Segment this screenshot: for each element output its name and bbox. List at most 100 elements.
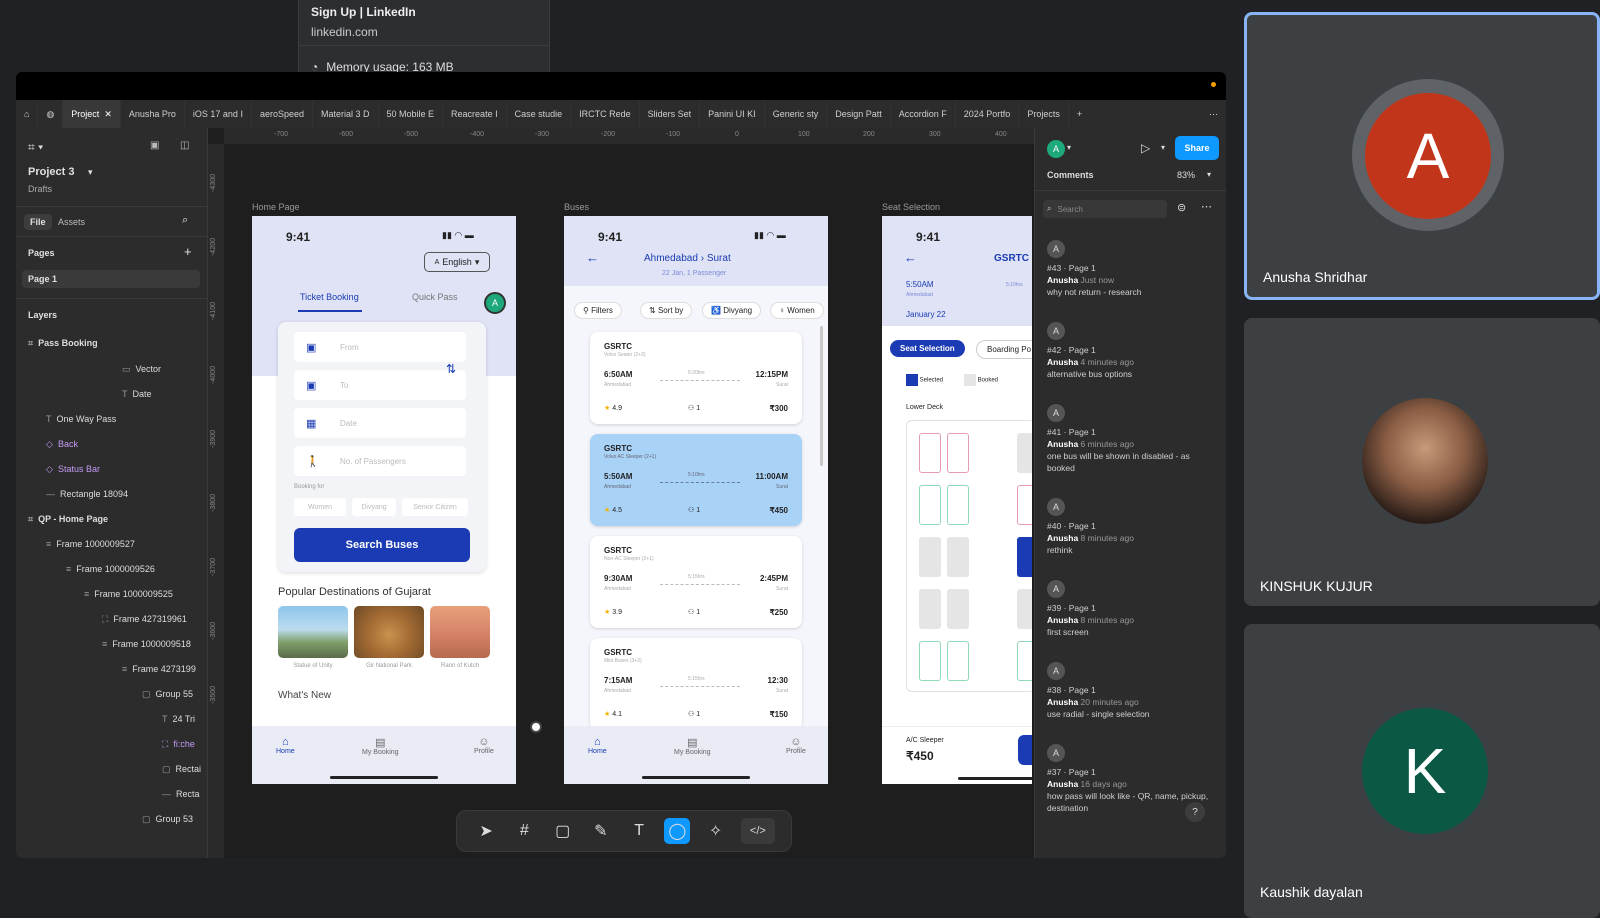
panel-toggle-icon[interactable]: ◫ <box>180 140 189 151</box>
frame-label[interactable]: Buses <box>564 202 589 212</box>
add-page-icon[interactable]: + <box>184 244 192 259</box>
present-icon[interactable]: ▷ <box>1141 141 1150 155</box>
seat[interactable] <box>919 433 941 473</box>
language-select[interactable]: A English ▾ <box>424 252 490 272</box>
tab[interactable]: 2024 Portfo <box>956 100 1020 128</box>
tab[interactable]: Projects <box>1019 100 1069 128</box>
chevron-down-icon[interactable]: ▾ <box>1207 170 1211 179</box>
share-button[interactable]: Share <box>1175 136 1219 160</box>
comment-item[interactable]: A #41 · Page 1 Anusha 6 minutes ago one bus… <box>1047 404 1219 474</box>
tab[interactable]: Generic sty <box>765 100 828 128</box>
project-name[interactable]: Project 3 <box>28 166 74 178</box>
tab[interactable]: Panini UI KI <box>700 100 765 128</box>
seat[interactable] <box>1017 485 1032 525</box>
divyang-option[interactable]: Divyang <box>352 498 396 516</box>
close-icon[interactable]: ✕ <box>104 109 112 120</box>
layer-frame[interactable]: ⛶ Frame 427319961 <box>102 614 187 625</box>
globe-icon[interactable]: ◍ <box>38 100 64 128</box>
seat-selected[interactable] <box>1017 537 1032 577</box>
design-canvas[interactable]: Home Page Buses Seat Selection 9:41 ▮▮ ◠… <box>224 144 1034 858</box>
date-field[interactable]: ▦ Date <box>294 408 466 438</box>
nav-home[interactable]: ⌂ Home <box>588 736 607 755</box>
layer-group[interactable]: ▢ Group 55 <box>142 689 193 700</box>
comment-tool-icon[interactable]: ◯ <box>664 818 691 844</box>
layer-frame[interactable]: ≡ Frame 1000009526 <box>66 564 155 574</box>
bus-card[interactable]: GSRTC Mini Buses (3+2) 7:15AM 12:30 5:15… <box>590 638 802 730</box>
women-option[interactable]: Women <box>294 498 346 516</box>
participant-tile[interactable]: A Anusha Shridhar <box>1244 12 1600 300</box>
layer-vector[interactable]: ▭ Vector <box>122 364 161 375</box>
tab[interactable]: aeroSpeed <box>252 100 313 128</box>
seat[interactable] <box>919 485 941 525</box>
layer-text[interactable]: T One Way Pass <box>46 414 116 424</box>
senior-citizen-option[interactable]: Senior Citizen <box>402 498 468 516</box>
seat[interactable] <box>947 485 969 525</box>
to-field[interactable]: ▣ To <box>294 370 466 400</box>
filter-icon[interactable]: ⊜ <box>1177 201 1186 214</box>
bus-card[interactable]: GSRTC Non-AC Sleeper (2+1) 9:30AM 2:45PM… <box>590 536 802 628</box>
tab[interactable]: Case studie <box>507 100 572 128</box>
layer-component[interactable]: ◇ Back <box>46 439 78 450</box>
new-tab-icon[interactable]: + <box>1069 100 1090 128</box>
pen-tool-icon[interactable]: ✎ <box>588 818 614 844</box>
back-arrow-icon[interactable]: ← <box>904 250 917 265</box>
filters-chip[interactable]: ⚲ Filters <box>574 302 622 319</box>
tab[interactable]: Design Patt <box>827 100 891 128</box>
actions-icon[interactable]: ✧ <box>703 818 729 844</box>
tab[interactable]: Accordion F <box>891 100 956 128</box>
nav-home[interactable]: ⌂ Home <box>276 736 295 755</box>
tab[interactable]: Reacreate I <box>443 100 507 128</box>
layer-frame[interactable]: ≡ Frame 1000009527 <box>46 539 135 549</box>
tab-quick-pass[interactable]: Quick Pass <box>412 292 458 302</box>
layer-text[interactable]: T 24 Tri <box>162 714 195 724</box>
dev-mode-icon[interactable]: </> <box>740 818 775 844</box>
nav-profile[interactable]: ☺ Profile <box>474 736 494 755</box>
tab[interactable]: 50 Mobile E <box>379 100 444 128</box>
layer-frame[interactable]: ≡ Frame 4273199 <box>122 664 196 674</box>
search-icon[interactable]: ⌕ <box>182 214 188 227</box>
comment-item[interactable]: A #39 · Page 1 Anusha 8 minutes ago first s… <box>1047 580 1219 638</box>
layer-rectangle[interactable]: ▢ Rectai <box>162 764 201 775</box>
chevron-down-icon[interactable]: ▾ <box>1067 143 1071 152</box>
ai-icon[interactable]: ▣ <box>150 140 159 151</box>
chevron-down-icon[interactable]: ▾ <box>1161 143 1165 152</box>
layer-group[interactable]: ▢ Group 53 <box>142 814 193 825</box>
chevron-down-icon[interactable]: ▾ <box>88 167 93 178</box>
gir-national-park-image[interactable] <box>354 606 424 658</box>
tab[interactable]: Material 3 D <box>313 100 379 128</box>
help-icon[interactable]: ? <box>1185 802 1205 822</box>
layer-frame[interactable]: ⌗ Pass Booking <box>28 338 98 349</box>
comment-item[interactable]: A #42 · Page 1 Anusha 4 minutes ago alterna… <box>1047 322 1219 380</box>
search-buses-button[interactable]: Search Buses <box>294 528 470 562</box>
participant-tile[interactable]: K Kaushik dayalan <box>1244 624 1600 918</box>
women-chip[interactable]: ♀ Women <box>770 302 824 319</box>
tab[interactable]: Sliders Set <box>640 100 701 128</box>
proceed-button[interactable] <box>1018 735 1032 765</box>
frame-label[interactable]: Seat Selection <box>882 202 940 212</box>
tab[interactable]: IRCTC Rede <box>571 100 640 128</box>
seat[interactable] <box>947 641 969 681</box>
layer-rectangle[interactable]: — Recta <box>162 789 200 799</box>
comment-item[interactable]: A #38 · Page 1 Anusha 20 minutes ago use ra… <box>1047 662 1219 720</box>
statue-of-unity-image[interactable] <box>278 606 348 658</box>
text-tool-icon[interactable]: T <box>626 818 652 844</box>
nav-profile[interactable]: ☺ Profile <box>786 736 806 755</box>
seat[interactable] <box>947 433 969 473</box>
scrollbar[interactable] <box>820 326 823 466</box>
rectangle-tool-icon[interactable]: ▢ <box>550 818 576 844</box>
tab[interactable]: Anusha Pro <box>121 100 185 128</box>
layer-frame[interactable]: ≡ Frame 1000009525 <box>84 589 173 599</box>
nav-my-booking[interactable]: ▤ My Booking <box>362 736 399 756</box>
passengers-field[interactable]: 🚶 No. of Passengers <box>294 446 466 476</box>
buses-frame[interactable]: 9:41 ▮▮ ◠ ▬ ← Ahmedabad › Surat 22 Jan, … <box>564 216 828 784</box>
more-icon[interactable]: ⋯ <box>1201 100 1226 128</box>
avatar[interactable]: A <box>484 292 506 314</box>
layer-component[interactable]: ◇ Status Bar <box>46 464 100 475</box>
seat-selection-frame[interactable]: 9:41 ← GSRTC 5:50AM Ahmedabad 5:10hrs Ja… <box>882 216 1032 784</box>
more-icon[interactable]: ⋯ <box>1201 200 1212 213</box>
page-item-1[interactable]: Page 1 <box>22 270 200 288</box>
home-page-frame[interactable]: 9:41 ▮▮ ◠ ▬ A English ▾ Ticket Booking Qui… <box>252 216 516 784</box>
nav-my-booking[interactable]: ▤ My Booking <box>674 736 711 756</box>
rann-of-kutch-image[interactable] <box>430 606 490 658</box>
participant-tile[interactable]: KINSHUK KUJUR <box>1244 318 1600 606</box>
